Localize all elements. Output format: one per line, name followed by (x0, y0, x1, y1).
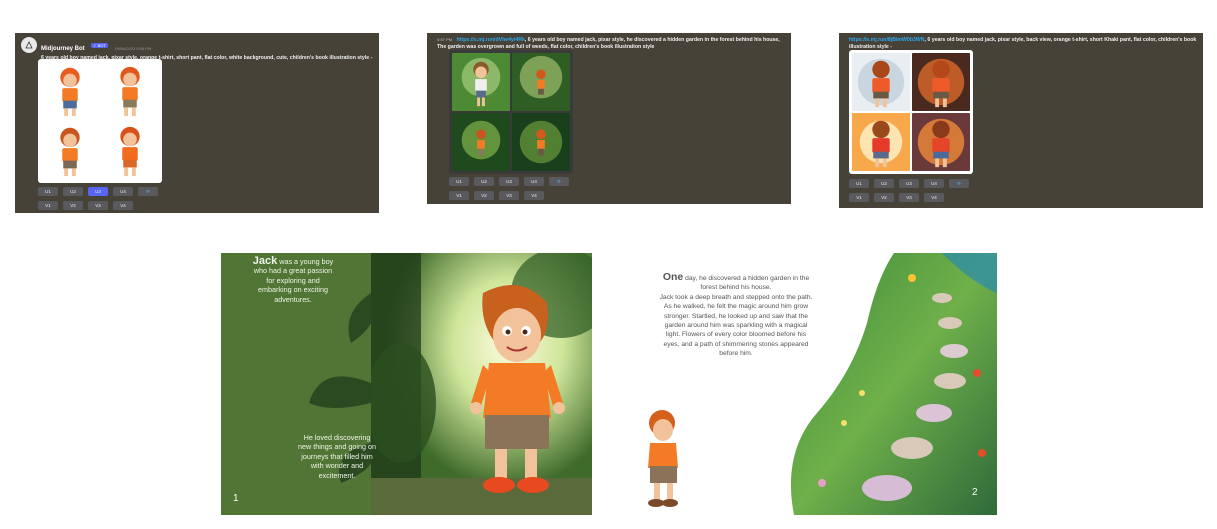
image-option-2[interactable] (512, 53, 570, 111)
second-paragraph: He loved discovering new things and goin… (279, 433, 395, 480)
image-option-1[interactable] (852, 53, 910, 111)
image-option-1[interactable] (452, 53, 510, 111)
image-option-1[interactable] (41, 62, 99, 120)
u4-button[interactable]: U4 (924, 179, 944, 188)
discord-message-panel-2: 5:57 PM https://s.mj.run/dVhe4yl4Rk, 6 y… (427, 33, 791, 204)
upscale-button-row: U1 U2 U3 U4 ⟳ (449, 177, 569, 186)
refresh-icon: ⟳ (146, 188, 150, 194)
book-page-2: One day, he discovered a hidden garden i… (612, 253, 997, 515)
reroll-button[interactable]: ⟳ (138, 187, 158, 196)
u4-button[interactable]: U4 (524, 177, 544, 186)
refresh-icon: ⟳ (557, 178, 561, 184)
bot-badge: ✓ BOT (91, 43, 108, 49)
message-timestamp: 09/04/2023 5:55 PM (115, 46, 152, 51)
reroll-button[interactable]: ⟳ (549, 177, 569, 186)
image-option-2[interactable] (101, 62, 159, 120)
v2-button[interactable]: V2 (874, 193, 894, 202)
message-timestamp: 5:57 PM (437, 37, 453, 42)
first-word: One (662, 271, 684, 283)
para2-line: He loved discovering (303, 433, 371, 442)
intro-name: Jack (252, 255, 278, 267)
v4-button[interactable]: V4 (924, 193, 944, 202)
image-option-4[interactable] (101, 122, 159, 180)
u2-button[interactable]: U2 (874, 179, 894, 188)
v1-button[interactable]: V1 (449, 191, 469, 200)
variation-button-row: V1 V2 V3 V4 (38, 201, 133, 210)
intro-line: who had a great passion (253, 266, 333, 276)
story-line: day, he discovered a hidden garden in th… (685, 275, 810, 282)
para2-line: new things and going on (298, 442, 376, 452)
variation-button-row: V1 V2 V3 V4 (449, 191, 544, 200)
story-line: light. Flowers of every color bloomed be… (665, 331, 807, 339)
u4-button[interactable]: U4 (113, 187, 133, 196)
v2-button[interactable]: V2 (63, 201, 83, 210)
v3-button[interactable]: V3 (499, 191, 519, 200)
para2-line: excitement. (318, 470, 356, 480)
intro-line: was a young boy (279, 257, 334, 266)
u3-button[interactable]: U3 (88, 187, 108, 196)
story-line: before him. (719, 350, 753, 358)
u3-button[interactable]: U3 (499, 177, 519, 186)
refresh-icon: ⟳ (957, 180, 961, 186)
u3-button[interactable]: U3 (899, 179, 919, 188)
para2-line: journeys that filled him (301, 451, 373, 461)
u1-button[interactable]: U1 (449, 177, 469, 186)
image-grid[interactable] (849, 50, 973, 174)
book-page-1: Jack was a young boy who had a great pas… (221, 253, 592, 515)
v4-button[interactable]: V4 (524, 191, 544, 200)
image-option-3[interactable] (452, 113, 510, 171)
v1-button[interactable]: V1 (849, 193, 869, 202)
image-grid[interactable] (38, 59, 162, 183)
image-grid[interactable] (449, 50, 573, 174)
story-line: eyes, and a path of shimmering stones ap… (663, 340, 809, 348)
image-option-4[interactable] (912, 113, 970, 171)
u1-button[interactable]: U1 (849, 179, 869, 188)
intro-line: adventures. (274, 294, 312, 304)
discord-message-panel-1: Midjourney Bot ✓ BOT 09/04/2023 5:55 PM … (15, 33, 379, 213)
story-line: As he walked, he felt the magic around h… (663, 303, 809, 311)
reroll-button[interactable]: ⟳ (949, 179, 969, 188)
story-line: garden around him was sparkling with a m… (664, 322, 808, 330)
story-line: Jack took a deep breath and stepped onto… (659, 293, 813, 301)
story-line: stronger. Startled, he looked up and saw… (664, 312, 808, 320)
bot-name[interactable]: Midjourney Bot (41, 46, 85, 52)
story-paragraph: One day, he discovered a hidden garden i… (630, 271, 842, 359)
u2-button[interactable]: U2 (63, 187, 83, 196)
upscale-button-row: U1 U2 U3 U4 ⟳ (849, 179, 969, 188)
u2-button[interactable]: U2 (474, 177, 494, 186)
v1-button[interactable]: V1 (38, 201, 58, 210)
image-option-2[interactable] (912, 53, 970, 111)
v3-button[interactable]: V3 (899, 193, 919, 202)
midjourney-bot-avatar[interactable] (21, 37, 37, 53)
intro-paragraph: Jack was a young boy who had a great pas… (223, 255, 363, 304)
prompt-text: https://s.mj.run/8jBlmW0b3WN, 6 years ol… (845, 37, 1197, 50)
story-line: forest behind his house. (700, 284, 772, 292)
intro-line: for exploring and (266, 275, 320, 285)
v3-button[interactable]: V3 (88, 201, 108, 210)
image-link[interactable]: https://s.mj.run/8jBlmW0b3WN (849, 37, 925, 43)
upscale-button-row: U1 U2 U3 U4 ⟳ (38, 187, 158, 196)
prompt-text: 5:57 PM https://s.mj.run/dVhe4yl4Rk, 6 y… (433, 37, 785, 50)
para2-line: with wonder and (310, 461, 364, 471)
v4-button[interactable]: V4 (113, 201, 133, 210)
image-link[interactable]: https://s.mj.run/dVhe4yl4Rk (457, 37, 525, 43)
image-option-4[interactable] (512, 113, 570, 171)
page-number: 2 (972, 487, 978, 498)
discord-message-panel-3: https://s.mj.run/8jBlmW0b3WN, 6 years ol… (839, 33, 1203, 208)
image-option-3[interactable] (41, 122, 99, 180)
variation-button-row: V1 V2 V3 V4 (849, 193, 944, 202)
page-number: 1 (233, 493, 239, 504)
u1-button[interactable]: U1 (38, 187, 58, 196)
image-option-3[interactable] (852, 113, 910, 171)
v2-button[interactable]: V2 (474, 191, 494, 200)
intro-line: embarking on exciting (258, 285, 328, 295)
